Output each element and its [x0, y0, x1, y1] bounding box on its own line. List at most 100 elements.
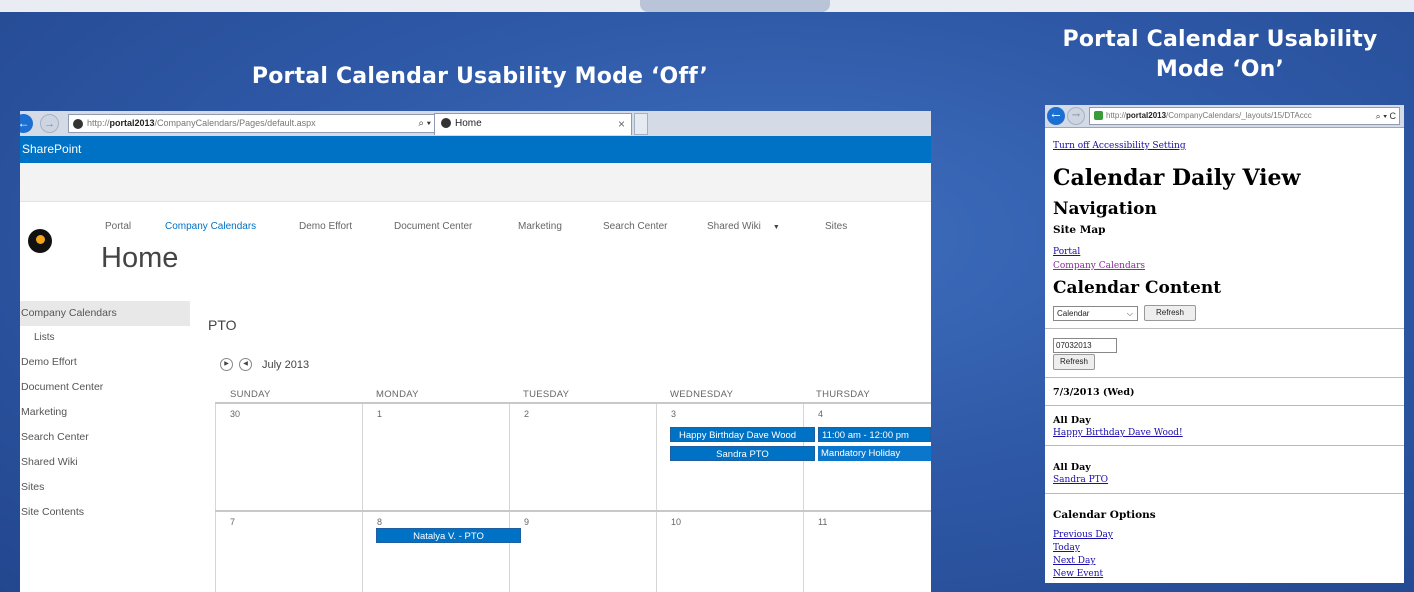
heading-mode-on-line2: Mode ‘On’: [1155, 57, 1285, 82]
heading-mode-off: Portal Calendar Usability Mode ‘Off’: [251, 64, 709, 89]
divider: [1045, 328, 1404, 329]
calendar-cell[interactable]: 30: [215, 404, 362, 510]
calendar-month-nav: ▶ ◀ July 2013: [220, 358, 309, 371]
calendar-cell[interactable]: 7: [215, 512, 362, 592]
address-bar[interactable]: http://portal2013/CompanyCalendars/_layo…: [1089, 107, 1400, 125]
tab-close-icon[interactable]: ×: [618, 114, 625, 134]
leftnav-site-contents[interactable]: Site Contents: [20, 500, 190, 525]
option-previous-day[interactable]: Previous Day: [1053, 530, 1113, 540]
topnav-company-calendars[interactable]: Company Calendars: [165, 221, 256, 232]
day-number: 4: [818, 409, 824, 419]
navigation-heading: Navigation: [1053, 199, 1157, 219]
leftnav-demo-effort[interactable]: Demo Effort: [20, 350, 190, 375]
nav-link-portal[interactable]: Portal: [1053, 247, 1080, 257]
screenshot-mode-off: ← → http://portal2013/CompanyCalendars/P…: [20, 111, 931, 592]
day-number: 11: [818, 517, 828, 527]
topnav-sites[interactable]: Sites: [825, 221, 847, 232]
browser-tab-home[interactable]: Home ×: [434, 113, 632, 135]
calendar-day-headers: SUNDAY MONDAY TUESDAY WEDNESDAY THURSDAY: [215, 389, 931, 403]
divider: [1045, 377, 1404, 378]
divider: [1045, 445, 1404, 446]
topnav-demo-effort[interactable]: Demo Effort: [299, 221, 352, 232]
leftnav-shared-wiki[interactable]: Shared Wiki: [20, 450, 190, 475]
event-holiday-time[interactable]: 11:00 am - 12:00 pm: [818, 427, 931, 442]
forward-arrow-icon: →: [1071, 110, 1081, 121]
calendar-cell[interactable]: 11: [803, 512, 931, 592]
back-arrow-icon: ←: [1051, 109, 1061, 122]
suite-bar-title[interactable]: SharePoint: [22, 142, 81, 156]
refresh-view-button[interactable]: Refresh: [1144, 305, 1196, 321]
divider: [1045, 405, 1404, 406]
event-mandatory-holiday[interactable]: Mandatory Holiday: [818, 446, 931, 461]
leftnav-search-center[interactable]: Search Center: [20, 425, 190, 450]
dayname-sunday: SUNDAY: [230, 389, 271, 400]
address-tools-icon[interactable]: ⌕ ▾ C: [1376, 108, 1396, 124]
calendar-cell[interactable]: 8: [362, 512, 509, 592]
new-tab-button[interactable]: [634, 113, 648, 135]
day-number: 30: [230, 409, 241, 419]
option-new-event[interactable]: New Event: [1053, 569, 1103, 579]
dropdown-caret-icon[interactable]: ▼: [773, 224, 780, 231]
topnav-shared-wiki[interactable]: Shared Wiki ▼: [707, 221, 780, 232]
leftnav-lists[interactable]: Lists: [20, 326, 190, 350]
suite-bar: SharePoint: [20, 136, 931, 163]
address-path: /CompanyCalendars/Pages/default.aspx: [154, 118, 316, 128]
leftnav-marketing[interactable]: Marketing: [20, 400, 190, 425]
tab-title: Home: [455, 118, 482, 129]
heading-mode-on-line1: Portal Calendar Usability: [1062, 27, 1378, 52]
site-logo-icon[interactable]: [28, 229, 52, 253]
all-day-label: All Day: [1053, 415, 1091, 426]
address-host: portal2013: [1126, 111, 1167, 120]
browser-toolbar: ← → http://portal2013/CompanyCalendars/_…: [1045, 105, 1404, 128]
address-path: /CompanyCalendars/_layouts/15/DTAccc: [1166, 111, 1312, 120]
event-link-sandra-pto[interactable]: Sandra PTO: [1053, 475, 1108, 485]
event-birthday[interactable]: Happy Birthday Dave Wood: [670, 427, 815, 442]
next-month-icon[interactable]: ◀: [239, 358, 252, 371]
calendar-cell[interactable]: 9: [509, 512, 656, 592]
topnav-shared-wiki-label: Shared Wiki: [707, 221, 761, 232]
topnav-document-center[interactable]: Document Center: [394, 221, 472, 232]
leftnav-document-center[interactable]: Document Center: [20, 375, 190, 400]
topnav-portal[interactable]: Portal: [105, 221, 131, 232]
site-favicon-icon: [1094, 111, 1103, 121]
previous-month-icon[interactable]: ▶: [220, 358, 233, 371]
chevron-down-icon: ⌵: [1126, 309, 1133, 318]
option-next-day[interactable]: Next Day: [1053, 556, 1095, 566]
daily-view-title: Calendar Daily View: [1053, 165, 1301, 191]
dayname-wednesday: WEDNESDAY: [670, 389, 734, 400]
forward-button[interactable]: →: [1067, 107, 1085, 125]
date-input[interactable]: 07032013: [1053, 338, 1117, 353]
quick-launch-nav: Company Calendars Lists Demo Effort Docu…: [20, 301, 190, 525]
leftnav-company-calendars[interactable]: Company Calendars: [20, 301, 190, 326]
calendar-content-heading: Calendar Content: [1053, 278, 1222, 298]
heading-mode-on: Portal Calendar Usability Mode ‘On’: [1050, 25, 1390, 85]
topnav-marketing[interactable]: Marketing: [518, 221, 562, 232]
address-bar[interactable]: http://portal2013/CompanyCalendars/Pages…: [68, 114, 446, 133]
forward-button[interactable]: →: [40, 114, 59, 133]
all-day-label: All Day: [1053, 462, 1091, 473]
option-today[interactable]: Today: [1053, 543, 1080, 553]
turn-off-accessibility-link[interactable]: Turn off Accessibility Setting: [1053, 141, 1186, 151]
event-link-birthday[interactable]: Happy Birthday Dave Wood!: [1053, 428, 1183, 438]
back-button[interactable]: ←: [1047, 107, 1065, 125]
day-number: 1: [377, 409, 383, 419]
background-tab-shape: [640, 0, 830, 12]
refresh-date-button[interactable]: Refresh: [1053, 354, 1095, 370]
calendar-list-title: PTO: [208, 317, 237, 333]
event-sandra-pto[interactable]: Sandra PTO: [670, 446, 815, 461]
date-heading: 7/3/2013 (Wed): [1053, 387, 1135, 398]
day-number: 3: [671, 409, 677, 419]
topnav-search-center[interactable]: Search Center: [603, 221, 667, 232]
browser-toolbar: ← → http://portal2013/CompanyCalendars/P…: [20, 111, 931, 137]
leftnav-sites[interactable]: Sites: [20, 475, 190, 500]
calendar-view-select[interactable]: Calendar ⌵: [1053, 306, 1138, 321]
back-button[interactable]: ←: [20, 114, 33, 133]
event-natalya-pto[interactable]: Natalya V. - PTO: [376, 528, 521, 543]
calendar-cell[interactable]: 10: [656, 512, 803, 592]
nav-link-company-calendars[interactable]: Company Calendars: [1053, 261, 1145, 271]
calendar-cell[interactable]: 1: [362, 404, 509, 510]
calendar-cell[interactable]: 2: [509, 404, 656, 510]
address-prefix: http://: [1106, 111, 1127, 120]
dayname-thursday: THURSDAY: [816, 389, 870, 400]
back-arrow-icon: ←: [20, 116, 30, 130]
